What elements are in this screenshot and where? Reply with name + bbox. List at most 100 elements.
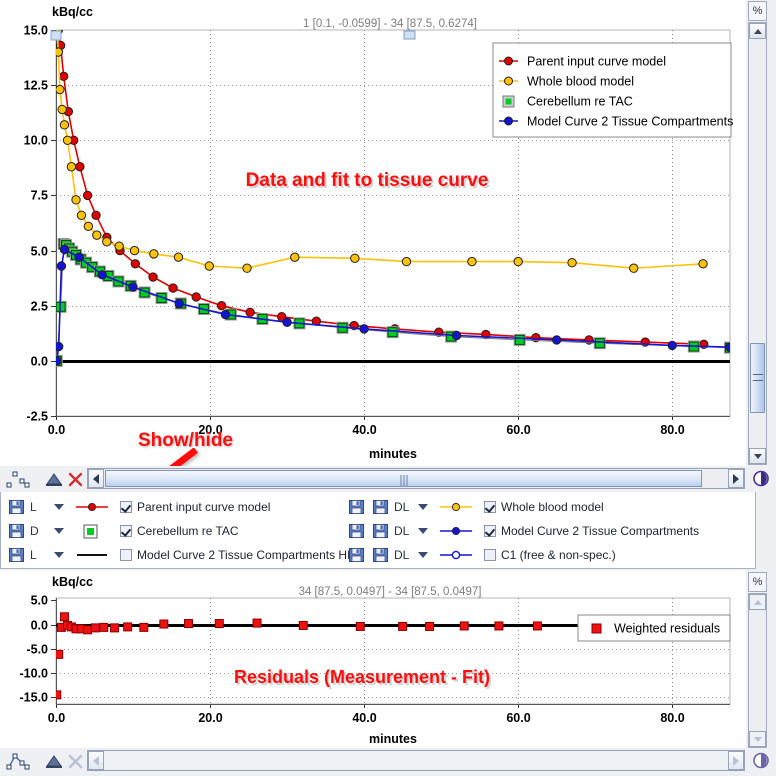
curve-display-mode[interactable]: DL	[394, 524, 416, 538]
curve-style-swatch[interactable]	[436, 546, 476, 564]
hscroll-left-button[interactable]	[88, 751, 104, 770]
cone-tool-icon[interactable]	[42, 751, 64, 771]
curve-display-mode[interactable]: L	[30, 500, 52, 514]
curve-style-swatch[interactable]	[436, 498, 476, 516]
curve-control-row[interactable]: L Model Curve 2 Tissue Compartments HD	[9, 543, 369, 567]
delete-curve-icon[interactable]	[64, 469, 86, 489]
svg-text:1 [0.1, -0.0599] - 34 [87.5, 0: 1 [0.1, -0.0599] - 34 [87.5, 0.6274]	[303, 18, 477, 30]
residual-plot-area[interactable]: 5.0 0.0 -5.0 -10.0 -15.0 0.0 20.0 40.0 60.0 80.0 k…	[0, 570, 746, 748]
curve-style-swatch[interactable]	[72, 498, 112, 516]
save-icon[interactable]	[373, 500, 388, 514]
curve-control-row[interactable]: DL Whole blood model	[373, 495, 751, 519]
svg-text:Weighted residuals: Weighted residuals	[614, 622, 720, 636]
cone-tool-icon[interactable]	[42, 469, 64, 489]
toolbar-side-icon-main[interactable]	[752, 469, 771, 488]
hscroll-grip	[400, 475, 407, 486]
curve-display-mode[interactable]: DL	[394, 500, 416, 514]
curve-tool-icon[interactable]	[6, 751, 30, 771]
hscroll-left-button[interactable]	[88, 469, 104, 488]
residual-scroll-up-button[interactable]	[749, 594, 766, 610]
svg-text:0.0: 0.0	[31, 619, 48, 633]
curve-label: Model Curve 2 Tissue Compartments	[501, 524, 700, 538]
scroll-thumb[interactable]	[750, 343, 765, 413]
main-plot-area[interactable]: 15.0 12.5 10.0 7.5 5.0 2.5 0.0 -2.5 0.0 20.0 40.0 6…	[0, 0, 746, 466]
curve-visibility-checkbox[interactable]	[484, 549, 496, 561]
save-icon[interactable]	[349, 548, 364, 562]
arrow-left-icon	[93, 755, 99, 766]
main-horizontal-scrollbar[interactable]	[87, 468, 745, 489]
curve-style-swatch[interactable]	[436, 522, 476, 540]
save-icon[interactable]	[349, 500, 364, 514]
curve-display-mode[interactable]: L	[30, 548, 52, 562]
residual-percent-button[interactable]: %	[748, 572, 767, 592]
row-save-icon-right[interactable]	[349, 519, 370, 543]
delete-curve-icon-disabled	[64, 751, 86, 771]
main-plot-canvas[interactable]: 15.012.510.07.55.02.50.0-2.50.0 20.0 40.0 6…	[0, 0, 746, 466]
svg-text:5.0: 5.0	[31, 594, 48, 608]
arrow-left-icon	[93, 473, 99, 484]
svg-text:0.0: 0.0	[31, 355, 48, 369]
svg-text:60.0: 60.0	[506, 423, 530, 437]
curve-display-mode[interactable]: DL	[394, 548, 416, 562]
residual-plot-canvas[interactable]: 5.0 0.0 -5.0 -10.0 -15.0 0.0 20.0 40.0 60.0 80.0 k…	[0, 570, 746, 748]
main-percent-button[interactable]: %	[748, 1, 767, 21]
curve-visibility-checkbox[interactable]	[120, 501, 132, 513]
curve-tool-icon[interactable]	[6, 469, 30, 489]
svg-text:Data and fit to tissue curve: Data and fit to tissue curve	[246, 170, 489, 191]
curve-control-row[interactable]: L Parent input curve model	[9, 495, 369, 519]
curve-style-swatch[interactable]	[72, 522, 112, 540]
curve-visibility-checkbox[interactable]	[120, 549, 132, 561]
svg-text:7.5: 7.5	[31, 189, 48, 203]
chevron-down-icon[interactable]	[52, 552, 66, 558]
curve-control-row[interactable]: DL Model Curve 2 Tissue Compartments	[373, 519, 751, 543]
main-plot-toolbar	[0, 466, 746, 492]
residual-horizontal-scrollbar[interactable]	[87, 750, 745, 771]
curve-visibility-checkbox[interactable]	[120, 525, 132, 537]
row-save-icon-right[interactable]	[349, 495, 370, 519]
residual-scroll-down-button[interactable]	[749, 731, 766, 747]
scroll-up-button[interactable]	[749, 23, 766, 39]
svg-text:Parent input curve model: Parent input curve model	[527, 55, 666, 69]
chevron-down-icon[interactable]	[416, 552, 430, 558]
svg-text:kBq/cc: kBq/cc	[52, 575, 93, 589]
save-icon[interactable]	[9, 524, 24, 538]
residual-scroll-track[interactable]	[749, 610, 766, 731]
save-icon[interactable]	[373, 524, 388, 538]
curve-control-panel[interactable]: L Parent input curve model DL Whole bloo…	[0, 492, 756, 569]
curve-control-row[interactable]: DL C1 (free & non-spec.)	[373, 543, 751, 567]
toolbar-side-icon-residual[interactable]	[752, 751, 771, 770]
plot-application-window: 15.0 12.5 10.0 7.5 5.0 2.5 0.0 -2.5 0.0 20.0 40.0 6…	[0, 0, 776, 776]
svg-text:15.0: 15.0	[24, 24, 48, 38]
main-vertical-scrollbar[interactable]	[748, 22, 767, 465]
scroll-down-button[interactable]	[749, 448, 766, 464]
arrow-down-icon	[753, 737, 762, 742]
save-icon[interactable]	[9, 548, 24, 562]
svg-text:12.5: 12.5	[24, 79, 48, 93]
chevron-down-icon[interactable]	[52, 504, 66, 510]
curve-control-row[interactable]: D Cerebellum re TAC	[9, 519, 369, 543]
save-icon[interactable]	[349, 524, 364, 538]
hscroll-right-button[interactable]	[728, 751, 744, 770]
curve-display-mode[interactable]: D	[30, 524, 52, 538]
arrow-up-icon	[753, 29, 762, 34]
svg-text:20.0: 20.0	[198, 711, 222, 725]
curve-style-swatch[interactable]	[72, 546, 112, 564]
residual-vertical-scrollbar[interactable]	[748, 593, 767, 748]
save-icon[interactable]	[9, 500, 24, 514]
save-icon[interactable]	[373, 548, 388, 562]
svg-text:0.0: 0.0	[48, 423, 65, 437]
curve-visibility-checkbox[interactable]	[484, 501, 496, 513]
svg-text:Cerebellum re TAC: Cerebellum re TAC	[527, 95, 633, 109]
svg-text:Model Curve 2 Tissue Compartme: Model Curve 2 Tissue Compartments	[527, 115, 733, 129]
arrow-down-icon	[753, 454, 762, 459]
chevron-down-icon[interactable]	[416, 504, 430, 510]
curve-label: Whole blood model	[501, 500, 604, 514]
chevron-down-icon[interactable]	[52, 528, 66, 534]
chevron-down-icon[interactable]	[416, 528, 430, 534]
svg-text:0.0: 0.0	[48, 711, 65, 725]
hscroll-right-button[interactable]	[728, 469, 744, 488]
row-save-icon-right[interactable]	[349, 543, 370, 567]
hscroll-thumb[interactable]	[105, 470, 702, 487]
curve-label: Parent input curve model	[137, 500, 271, 514]
curve-visibility-checkbox[interactable]	[484, 525, 496, 537]
